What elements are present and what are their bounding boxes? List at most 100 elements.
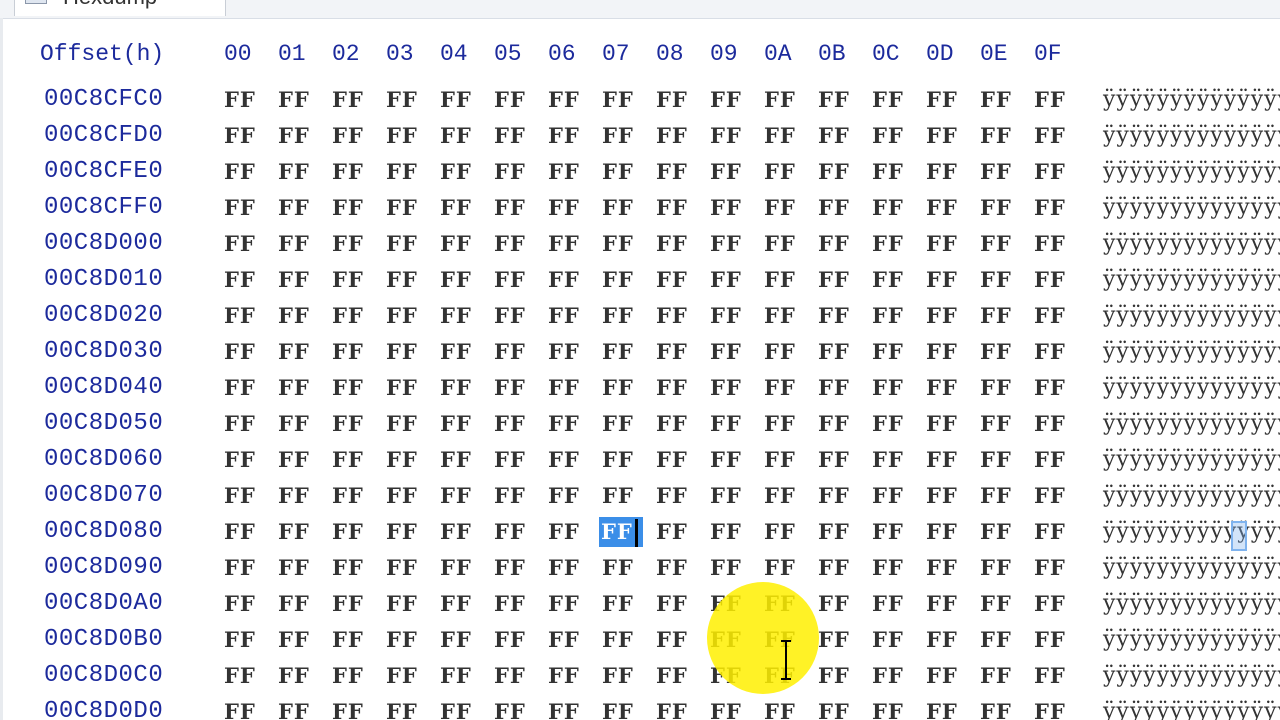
byte-cell[interactable]: FF (872, 301, 912, 331)
byte-cell[interactable]: FF (818, 589, 858, 619)
byte-cell[interactable]: FF (1034, 265, 1074, 295)
byte-cell[interactable]: FF (872, 445, 912, 475)
byte-cell[interactable]: FF (818, 553, 858, 583)
byte-cell[interactable]: FF (602, 121, 642, 151)
byte-cell[interactable]: FF (602, 337, 642, 367)
byte-cell[interactable]: FF (224, 301, 264, 331)
byte-cell[interactable]: FF (494, 625, 534, 655)
byte-cell[interactable]: FF (548, 661, 588, 691)
byte-cell[interactable]: FF (548, 589, 588, 619)
byte-cell[interactable]: FF (818, 85, 858, 115)
byte-cell[interactable]: FF (710, 481, 750, 511)
byte-cell[interactable]: FF (548, 625, 588, 655)
byte-cell[interactable]: FF (656, 625, 696, 655)
byte-cell[interactable]: FF (656, 85, 696, 115)
byte-cell[interactable]: FF (1034, 481, 1074, 511)
byte-cell[interactable]: FF (926, 373, 966, 403)
byte-cell[interactable]: FF (1034, 589, 1074, 619)
ascii-column[interactable]: ÿÿÿÿÿÿÿÿÿÿÿÿÿÿÿÿ (1103, 301, 1280, 331)
byte-cell[interactable]: FF (980, 373, 1020, 403)
byte-cell[interactable]: FF (494, 121, 534, 151)
byte-cell[interactable]: FF (440, 661, 480, 691)
byte-cell[interactable]: FF (332, 517, 372, 547)
byte-cell[interactable]: FF (386, 625, 426, 655)
byte-cell[interactable]: FF (278, 481, 318, 511)
byte-cell[interactable]: FF (602, 193, 642, 223)
byte-cell[interactable]: FF (278, 193, 318, 223)
byte-cell[interactable]: FF (386, 661, 426, 691)
ascii-column[interactable]: ÿÿÿÿÿÿÿÿÿÿÿÿÿÿÿÿ (1103, 445, 1280, 475)
byte-cell[interactable]: FF (224, 337, 264, 367)
byte-cell[interactable]: FF (278, 553, 318, 583)
byte-cell[interactable]: FF (494, 193, 534, 223)
byte-cell[interactable]: FF (926, 85, 966, 115)
byte-cell[interactable]: FF (548, 193, 588, 223)
byte-cell[interactable]: FF (980, 409, 1020, 439)
byte-cell[interactable]: FF (386, 445, 426, 475)
byte-cell[interactable]: FF (332, 265, 372, 295)
byte-cell[interactable]: FF (548, 265, 588, 295)
byte-cell[interactable]: FF (764, 157, 804, 187)
ascii-column[interactable]: ÿÿÿÿÿÿÿÿÿÿÿÿÿÿÿÿ (1103, 337, 1280, 367)
byte-cell[interactable]: FF (818, 373, 858, 403)
byte-cell[interactable]: FF (872, 121, 912, 151)
byte-cell[interactable]: FF (440, 229, 480, 259)
byte-cell[interactable]: FF (440, 517, 480, 547)
byte-cell[interactable]: FF (980, 697, 1020, 720)
byte-cell[interactable]: FF (764, 409, 804, 439)
byte-cell[interactable]: FF (656, 589, 696, 619)
byte-cell[interactable]: FF (548, 121, 588, 151)
byte-cell[interactable]: FF (1034, 373, 1074, 403)
byte-cell[interactable]: FF (1034, 337, 1074, 367)
byte-cell[interactable]: FF (656, 301, 696, 331)
byte-cell[interactable]: FF (494, 85, 534, 115)
byte-cell[interactable]: FF (926, 445, 966, 475)
byte-cell[interactable]: FF (872, 625, 912, 655)
byte-cell[interactable]: FF (980, 553, 1020, 583)
byte-cell[interactable]: FF (278, 589, 318, 619)
byte-cell[interactable]: FF (872, 193, 912, 223)
byte-cell[interactable]: FF (980, 193, 1020, 223)
byte-cell[interactable]: FF (548, 337, 588, 367)
byte-cell[interactable]: FF (1034, 445, 1074, 475)
ascii-column[interactable]: ÿÿÿÿÿÿÿÿÿÿÿÿÿÿÿÿ (1103, 697, 1280, 720)
byte-cell[interactable]: FF (548, 85, 588, 115)
byte-cell[interactable]: FF (386, 373, 426, 403)
byte-cell[interactable]: FF (818, 445, 858, 475)
ascii-column[interactable]: ÿÿÿÿÿÿÿÿÿÿÿÿÿÿÿÿ (1103, 589, 1280, 619)
byte-cell[interactable]: FF (224, 193, 264, 223)
byte-cell[interactable]: FF (1034, 517, 1074, 547)
byte-cell[interactable]: FF (602, 481, 642, 511)
byte-cell[interactable]: FF (602, 157, 642, 187)
byte-cell[interactable]: FF (602, 265, 642, 295)
byte-cell[interactable]: FF (818, 409, 858, 439)
byte-cell[interactable]: FF (224, 517, 264, 547)
byte-cell[interactable]: FF (764, 373, 804, 403)
byte-cell[interactable]: FF (440, 373, 480, 403)
byte-cell[interactable]: FF (278, 373, 318, 403)
byte-cell[interactable]: FF (980, 301, 1020, 331)
byte-cell[interactable]: FF (1034, 553, 1074, 583)
byte-cell[interactable]: FF (602, 589, 642, 619)
byte-cell[interactable]: FF (656, 553, 696, 583)
byte-cell[interactable]: FF (818, 193, 858, 223)
byte-cell[interactable]: FF (386, 301, 426, 331)
byte-cell[interactable]: FF (278, 85, 318, 115)
byte-cell[interactable]: FF (224, 697, 264, 720)
byte-cell[interactable]: FF (332, 445, 372, 475)
hex-editor[interactable]: Offset(h) 00 01 02 03 04 05 06 07 08 09 0A 0B 0C 0D 0E… (0, 18, 1280, 720)
byte-cell[interactable]: FF (224, 625, 264, 655)
byte-cell[interactable]: FF (764, 121, 804, 151)
byte-cell[interactable]: FF (656, 337, 696, 367)
byte-cell[interactable]: FF (1034, 661, 1074, 691)
byte-cell[interactable]: FF (926, 625, 966, 655)
byte-cell[interactable]: FF (980, 265, 1020, 295)
byte-cell[interactable]: FF (602, 661, 642, 691)
byte-cell[interactable]: FF (440, 301, 480, 331)
byte-cell[interactable]: FF (1034, 409, 1074, 439)
byte-cell[interactable]: FF (332, 553, 372, 583)
byte-cell[interactable]: FF (278, 121, 318, 151)
byte-cell[interactable]: FF (386, 265, 426, 295)
byte-cell[interactable]: FF (926, 589, 966, 619)
byte-cell[interactable]: FF (278, 661, 318, 691)
